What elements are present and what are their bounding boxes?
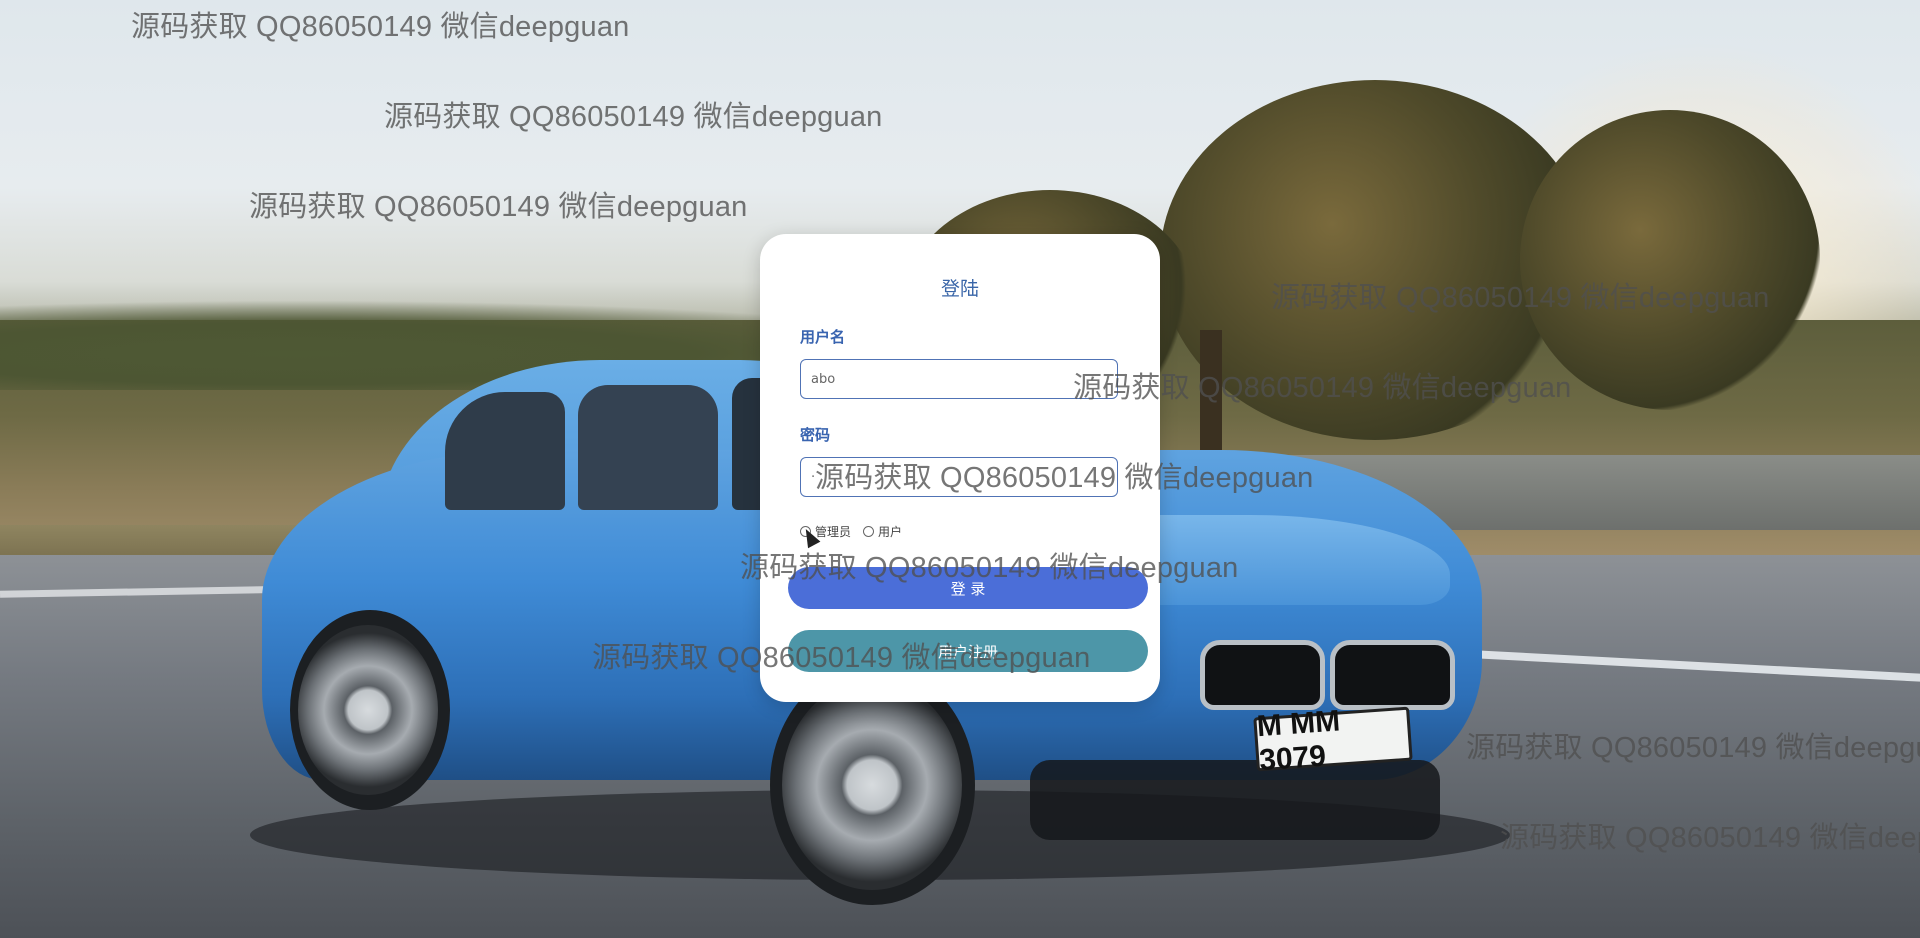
password-input[interactable] xyxy=(800,457,1118,497)
car-grille xyxy=(1200,640,1325,710)
rear-rim xyxy=(298,625,438,795)
grass-strip xyxy=(0,525,320,559)
login-button[interactable]: 登 录 xyxy=(788,567,1148,609)
login-title: 登陆 xyxy=(940,278,979,300)
password-label: 密码 xyxy=(800,426,831,444)
register-button[interactable]: 用户注册 xyxy=(788,630,1148,672)
role-admin-label: 管理员 xyxy=(815,525,852,539)
tree-trunk xyxy=(1200,330,1222,470)
login-card: 登陆 用户名 密码 管理员 用户 登 录 用户注册 xyxy=(760,234,1160,702)
car-grille xyxy=(1330,640,1455,710)
role-user-option[interactable]: 用户 xyxy=(863,523,902,540)
role-user-label: 用户 xyxy=(878,525,903,539)
username-label: 用户名 xyxy=(800,328,846,346)
front-rim xyxy=(782,680,962,890)
car-window xyxy=(445,392,565,510)
tree xyxy=(1520,110,1820,410)
car-bumper xyxy=(1030,760,1440,840)
username-input[interactable] xyxy=(800,359,1118,399)
license-plate: M MM 3079 xyxy=(1253,705,1413,777)
radio-icon[interactable] xyxy=(863,526,875,537)
car-window xyxy=(578,385,718,510)
